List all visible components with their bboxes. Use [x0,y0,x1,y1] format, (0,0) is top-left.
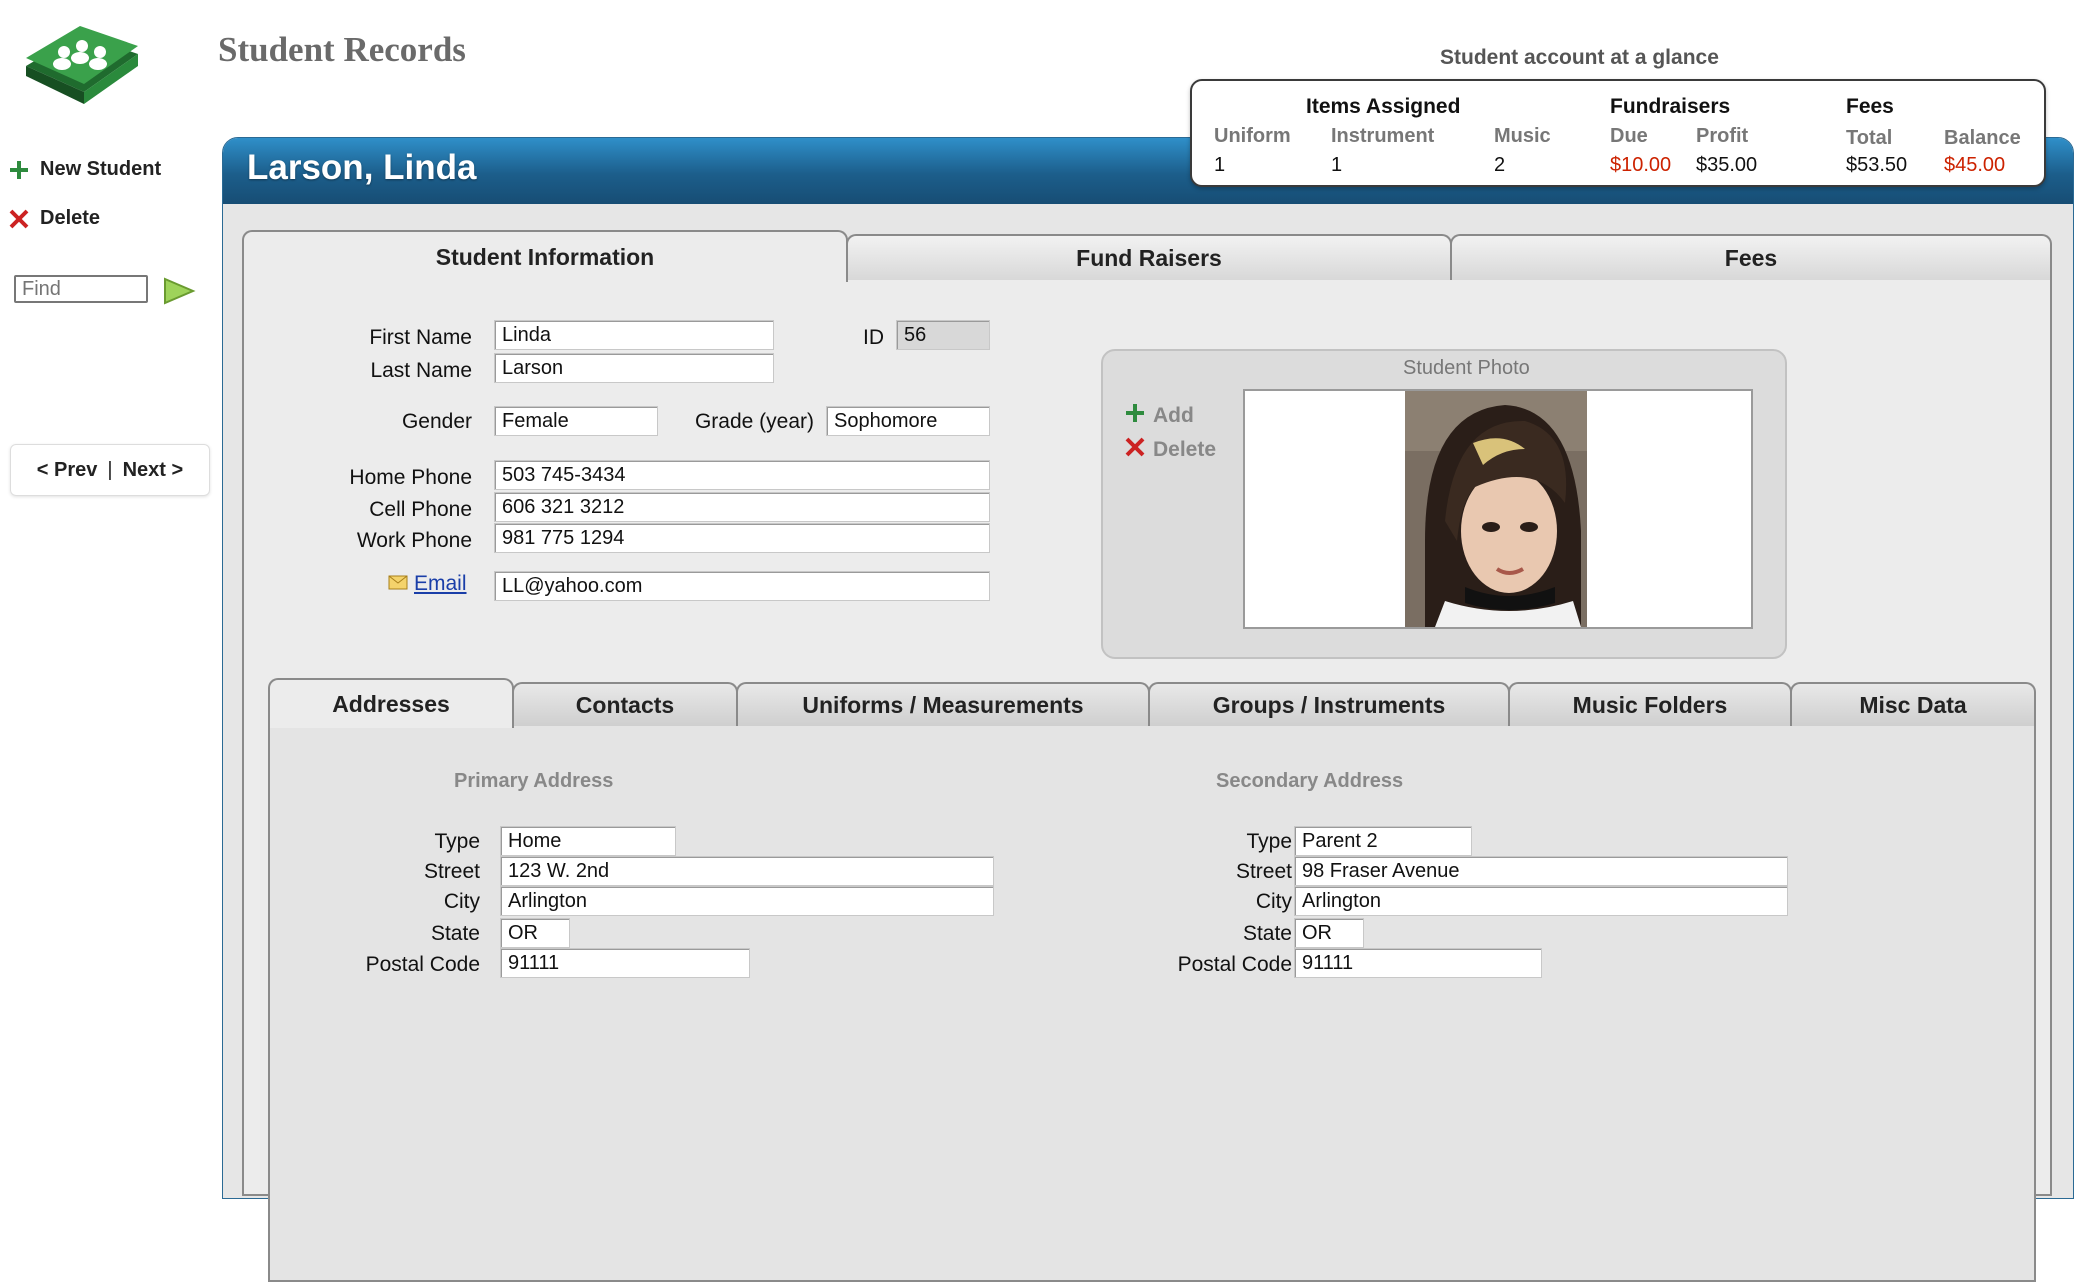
first-name-field[interactable]: Linda [494,320,774,350]
fundraiser-due: $10.00 [1610,154,1672,176]
delete-photo-button[interactable]: Delete [1125,437,1216,463]
secondary-state-label: State [1242,922,1292,945]
tab-fund-raisers[interactable]: Fund Raisers [846,234,1452,280]
total-label: Total [1846,127,1893,149]
primary-postal-label: Postal Code [365,953,480,976]
plus-icon [1125,403,1145,429]
music-count: 2 [1494,154,1506,176]
last-name-field[interactable]: Larson [494,353,774,383]
delete-student-button[interactable]: Delete [8,207,100,230]
cell-phone-label: Cell Phone [369,498,472,521]
id-label: ID [863,326,884,349]
delete-student-label: Delete [40,207,101,229]
tab-uniforms-measurements[interactable]: Uniforms / Measurements [736,682,1150,726]
primary-state-field[interactable]: OR [500,918,570,948]
cell-phone-field[interactable]: 606 321 3212 [494,492,990,522]
primary-address-title: Primary Address [454,770,614,792]
secondary-street-label: Street [1235,860,1292,883]
primary-state-label: State [430,922,480,945]
work-phone-label: Work Phone [356,529,472,552]
tab-fees[interactable]: Fees [1450,234,2052,280]
primary-city-label: City [443,890,480,913]
upper-tab-area: Student Information Fund Raisers Fees Fi… [242,230,2052,1282]
email-field[interactable]: LL@yahoo.com [494,571,990,601]
email-link-group[interactable]: Email [388,572,467,596]
last-name-label: Last Name [370,359,472,382]
app-logo [18,14,148,109]
envelope-icon [388,573,410,596]
add-photo-label: Add [1153,404,1194,427]
fees-heading: Fees [1846,95,1894,118]
tab-misc-data[interactable]: Misc Data [1790,682,2036,726]
nav-separator: | [107,458,113,481]
student-photo-panel: Student Photo Add Delete [1101,349,1787,659]
due-label: Due [1610,125,1648,147]
home-phone-label: Home Phone [349,466,472,489]
addresses-panel: Primary Address Type Home Street 123 W. … [268,722,2036,1282]
gender-label: Gender [401,410,472,433]
primary-postal-field[interactable]: 91111 [500,948,750,978]
profit-label: Profit [1696,125,1749,147]
new-student-button[interactable]: New Student [8,158,161,181]
new-student-label: New Student [40,158,162,180]
secondary-address-title: Secondary Address [1216,770,1404,792]
lower-tab-area: Addresses Contacts Uniforms / Measuremen… [268,678,2036,1282]
secondary-type-label: Type [1246,830,1292,853]
primary-city-field[interactable]: Arlington [500,886,994,916]
home-phone-field[interactable]: 503 745-3434 [494,460,990,490]
grade-label: Grade (year) [694,410,814,433]
items-assigned-heading: Items Assigned [1306,95,1461,118]
student-photo [1405,391,1587,627]
music-label: Music [1494,125,1551,147]
add-photo-button[interactable]: Add [1125,403,1194,429]
primary-type-field[interactable]: Home [500,826,676,856]
record-navigation: < Prev | Next > [10,444,210,496]
id-field: 56 [896,320,990,350]
secondary-city-field[interactable]: Arlington [1294,886,1788,916]
tab-groups-instruments[interactable]: Groups / Instruments [1148,682,1510,726]
secondary-street-field[interactable]: 98 Fraser Avenue [1294,856,1788,886]
email-link[interactable]: Email [414,572,467,596]
primary-street-label: Street [423,860,480,883]
prev-button[interactable]: < Prev [37,459,98,482]
fees-balance: $45.00 [1944,154,2006,176]
secondary-state-field[interactable]: OR [1294,918,1364,948]
secondary-type-field[interactable]: Parent 2 [1294,826,1472,856]
glance-title: Student account at a glance [1440,46,1719,69]
uniform-label: Uniform [1214,125,1291,147]
find-go-arrow-icon[interactable] [162,276,196,306]
delete-x-icon [1125,437,1145,463]
work-phone-field[interactable]: 981 775 1294 [494,523,990,553]
tab-addresses[interactable]: Addresses [268,678,514,728]
account-glance-box: Items Assigned Fundraisers Fees Uniform … [1190,79,2046,187]
secondary-postal-field[interactable]: 91111 [1294,948,1542,978]
secondary-city-label: City [1255,890,1292,913]
tab-student-information[interactable]: Student Information [242,230,848,282]
balance-label: Balance [1944,127,2021,149]
app-title: Student Records [218,30,466,69]
fundraisers-heading: Fundraisers [1610,95,1731,118]
tab-contacts[interactable]: Contacts [512,682,738,726]
instrument-count: 1 [1331,154,1343,176]
instrument-label: Instrument [1331,125,1435,147]
plus-icon [8,159,30,181]
fundraiser-profit: $35.00 [1696,154,1758,176]
gender-field[interactable]: Female [494,406,658,436]
student-photo-label: Student Photo [1403,357,1530,379]
find-input[interactable] [14,275,148,303]
grade-field[interactable]: Sophomore [826,406,990,436]
delete-photo-label: Delete [1153,438,1217,461]
primary-type-label: Type [434,830,480,853]
primary-street-field[interactable]: 123 W. 2nd [500,856,994,886]
photo-frame [1243,389,1753,629]
first-name-label: First Name [369,326,472,349]
uniform-count: 1 [1214,154,1226,176]
tab-music-folders[interactable]: Music Folders [1508,682,1792,726]
student-name-title: Larson, Linda [247,148,477,187]
next-button[interactable]: Next > [123,459,184,482]
delete-x-icon [8,208,30,230]
secondary-postal-label: Postal Code [1177,953,1292,976]
fees-total: $53.50 [1846,154,1908,176]
student-information-panel: First Name Linda Last Name Larson ID 56 … [242,276,2052,1282]
